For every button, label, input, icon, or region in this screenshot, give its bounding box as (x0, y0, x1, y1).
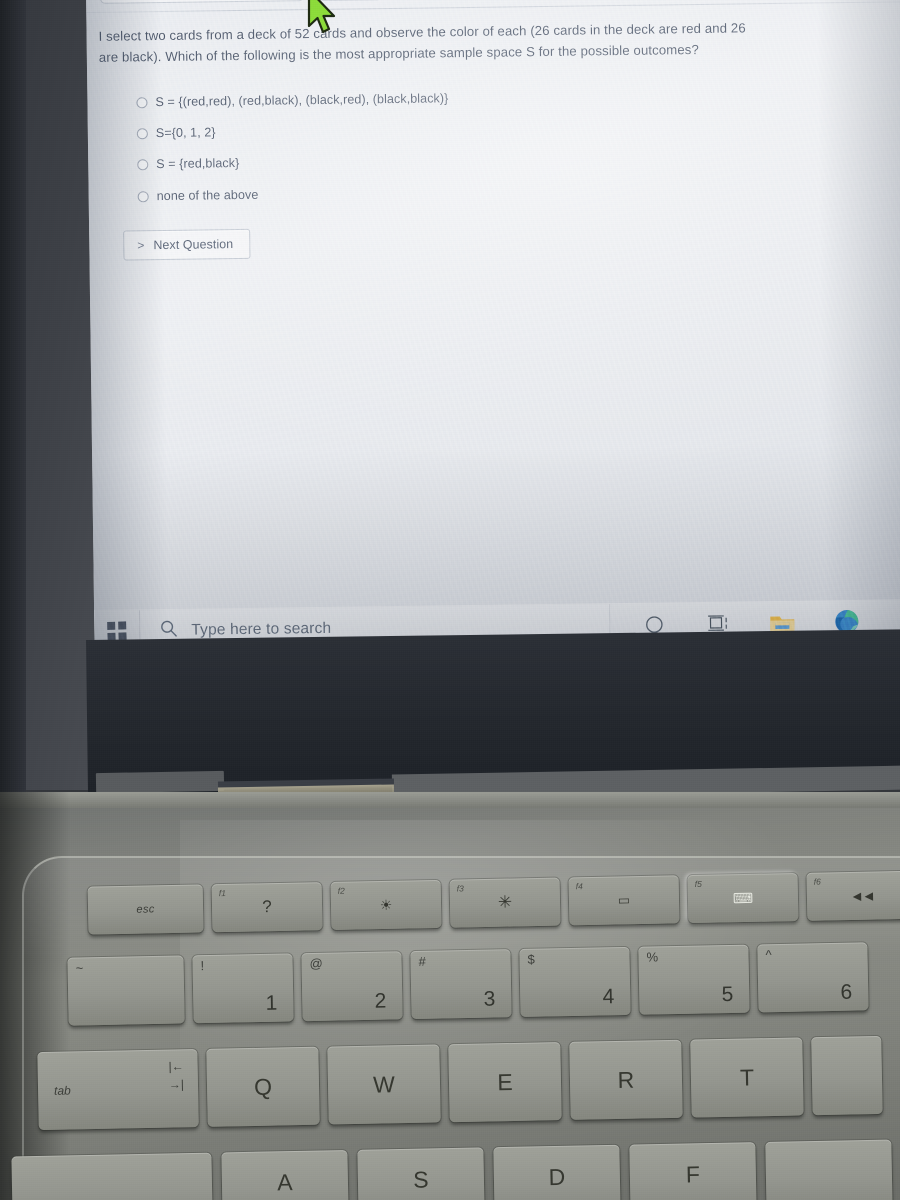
key-5-shift: % (646, 949, 659, 965)
key-3-shift: # (418, 953, 426, 969)
key-2[interactable]: @ 2 (301, 951, 403, 1022)
key-g[interactable] (765, 1139, 893, 1200)
key-d-label: D (548, 1163, 566, 1191)
laptop-bezel-far-left (0, 0, 26, 830)
answer-option-2[interactable]: S={0, 1, 2} (136, 116, 874, 142)
key-f4-fn: f4 (575, 881, 583, 892)
laptop-photo: I select two cards from a deck of 52 car… (0, 0, 900, 1200)
key-tab[interactable]: tab |← →| (37, 1049, 199, 1131)
key-f3-brightness-up-icon: ✳ (497, 892, 513, 912)
key-w-label: W (372, 1070, 396, 1098)
key-t-label: T (739, 1063, 755, 1091)
key-w[interactable]: W (327, 1044, 441, 1125)
key-f2-brightness-down-icon: ☀ (379, 896, 393, 913)
key-2-label: 2 (374, 989, 387, 1013)
answer-option-label: S = {red,black} (156, 156, 240, 172)
answer-option-label: S={0, 1, 2} (155, 125, 216, 141)
key-capslock[interactable] (11, 1152, 213, 1200)
keyboard-qwerty-row: tab |← →| Q W E R T (37, 1035, 883, 1131)
key-6-label: 6 (840, 980, 853, 1004)
key-f1-fn: f1 (218, 887, 226, 899)
key-q-label: Q (253, 1073, 273, 1100)
key-esc-label: esc (136, 903, 155, 916)
radio-button-icon[interactable] (136, 96, 148, 109)
key-backtick[interactable]: ~ (67, 955, 185, 1026)
key-f6-fn: f6 (813, 876, 821, 887)
key-r[interactable]: R (569, 1039, 683, 1120)
key-e-label: E (497, 1068, 513, 1095)
key-y[interactable] (811, 1035, 883, 1116)
key-a-label: A (277, 1169, 293, 1196)
key-f3-fn: f3 (456, 883, 464, 894)
answer-options-list: S = {(red,red), (red,black), (black,red)… (99, 84, 874, 205)
key-esc[interactable]: esc (87, 884, 204, 935)
key-f6[interactable]: f6 ◄◄ (806, 870, 900, 921)
key-4-label: 4 (602, 985, 615, 1009)
key-6[interactable]: ^ 6 (757, 942, 869, 1013)
key-1[interactable]: ! 1 (192, 953, 294, 1024)
mouse-pointer (303, 0, 343, 40)
key-f6-previous-track-icon: ◄◄ (849, 887, 874, 905)
radio-button-icon[interactable] (137, 159, 149, 171)
laptop-keyboard: esc f1 ? f2 ☀ f3 ✳ f4 ▭ f5 ⌨ f6 ◄◄ ~ ! 1… (0, 790, 900, 1200)
key-5-label: 5 (721, 982, 734, 1007)
key-f-label: F (685, 1161, 701, 1188)
key-4[interactable]: $ 4 (519, 946, 631, 1017)
key-3[interactable]: # 3 (410, 949, 512, 1020)
key-5[interactable]: % 5 (638, 944, 750, 1015)
key-r-label: R (617, 1066, 635, 1093)
tab-arrows-icon: |← →| (168, 1059, 185, 1092)
key-f4-display-icon: ▭ (617, 892, 631, 908)
key-1-shift: ! (200, 958, 205, 974)
keyboard-home-row: A S D F (11, 1139, 893, 1200)
answer-option-4[interactable]: none of the above (137, 179, 875, 205)
next-question-button[interactable]: > Next Question (123, 229, 251, 261)
quiz-content: I select two cards from a deck of 52 car… (86, 0, 900, 261)
radio-button-icon[interactable] (137, 191, 149, 203)
keyboard-function-row: esc f1 ? f2 ☀ f3 ✳ f4 ▭ f5 ⌨ f6 ◄◄ (87, 869, 900, 935)
question-text: I select two cards from a deck of 52 car… (98, 20, 746, 66)
key-f4[interactable]: f4 ▭ (568, 875, 680, 926)
laptop-screen: I select two cards from a deck of 52 car… (86, 0, 900, 652)
answer-option-1[interactable]: S = {(red,red), (red,black), (black,red)… (136, 84, 873, 110)
key-2-shift: @ (309, 955, 323, 972)
key-6-shift: ^ (765, 947, 772, 963)
key-3-label: 3 (483, 987, 496, 1011)
key-backtick-shift: ~ (75, 960, 84, 976)
key-f[interactable]: F (629, 1142, 757, 1200)
keyboard-number-row: ~ ! 1 @ 2 # 3 $ 4 % 5 ^ 6 (67, 942, 869, 1026)
answer-option-3[interactable]: S = {red,black} (137, 147, 874, 173)
key-s[interactable]: S (357, 1147, 485, 1200)
key-f3[interactable]: f3 ✳ (449, 877, 561, 928)
answer-option-label: none of the above (156, 187, 259, 203)
key-a[interactable]: A (221, 1150, 349, 1200)
next-question-area: > Next Question (101, 221, 875, 261)
windows-logo-icon (107, 621, 127, 641)
key-f2-fn: f2 (337, 885, 345, 896)
chevron-right-icon: > (137, 238, 145, 253)
key-t[interactable]: T (690, 1037, 804, 1118)
answer-option-label: S = {(red,red), (red,black), (black,red)… (155, 91, 449, 109)
key-f1[interactable]: f1 ? (211, 882, 323, 933)
key-q[interactable]: Q (206, 1046, 320, 1127)
radio-button-icon[interactable] (136, 128, 148, 140)
key-d[interactable]: D (493, 1144, 621, 1200)
key-1-label: 1 (265, 991, 278, 1015)
key-f2[interactable]: f2 ☀ (330, 879, 442, 930)
key-f5[interactable]: f5 ⌨ (687, 873, 799, 924)
key-tab-label: tab (53, 1083, 71, 1098)
next-question-label: Next Question (153, 237, 234, 253)
key-f5-keyboard-backlight-icon: ⌨ (732, 889, 754, 906)
key-f5-fn: f5 (694, 878, 702, 889)
key-s-label: S (413, 1166, 429, 1193)
key-f1-glyph: ? (262, 897, 272, 917)
key-4-shift: $ (527, 951, 535, 967)
key-e[interactable]: E (448, 1042, 562, 1123)
